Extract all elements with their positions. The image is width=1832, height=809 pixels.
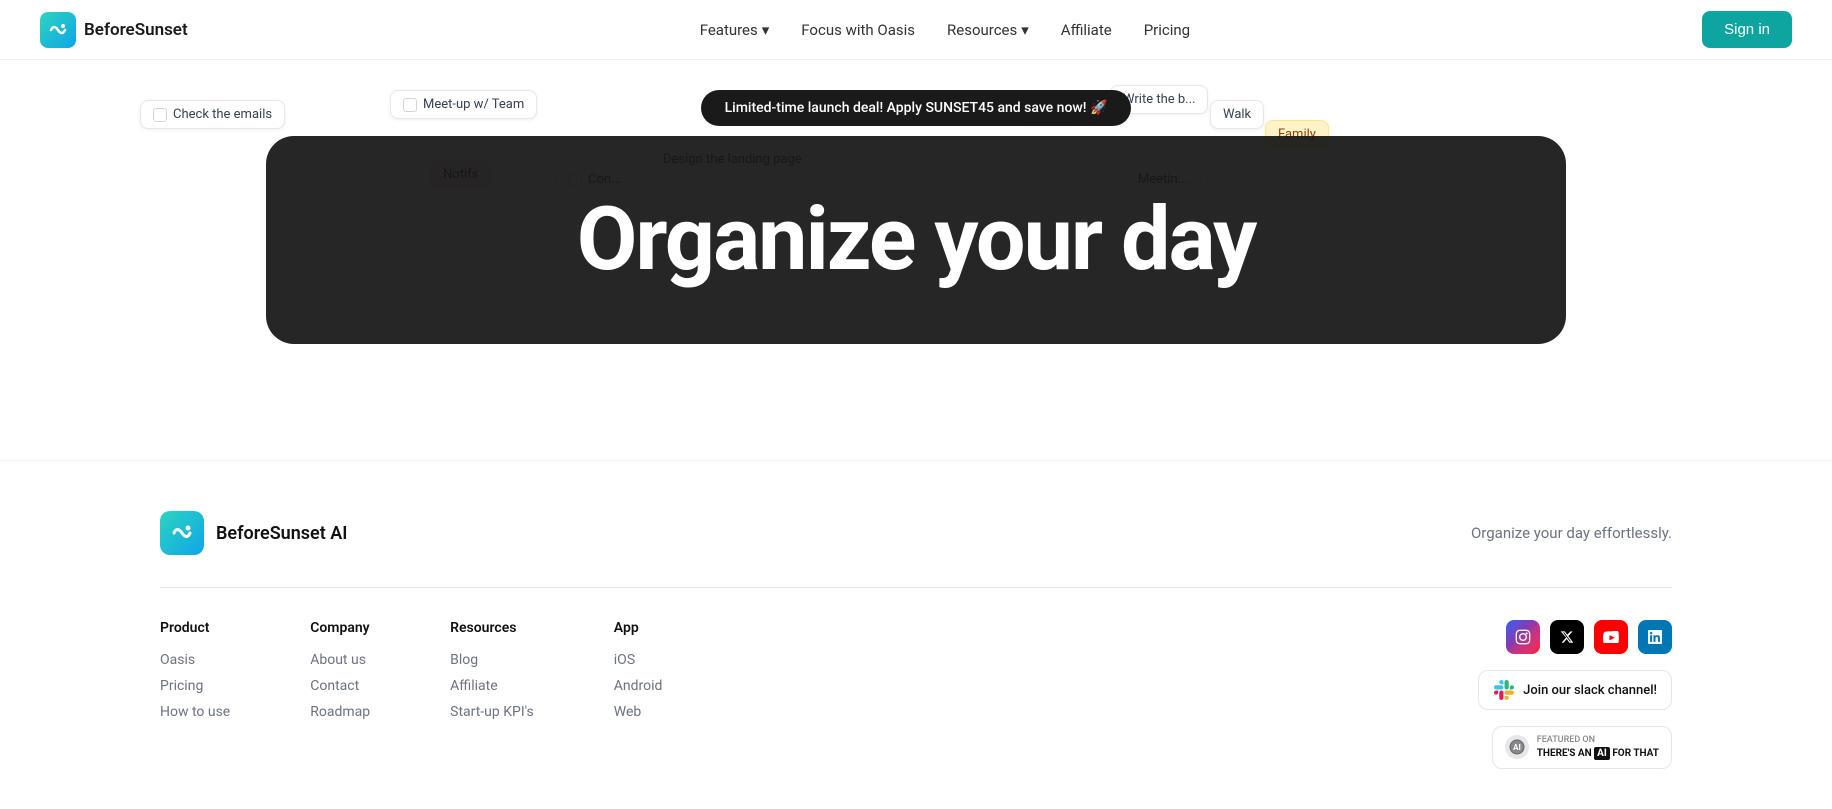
footer-col-product: Product Oasis Pricing How to use: [160, 620, 230, 769]
footer-divider: [160, 587, 1672, 588]
nav-links: Features ▾ Focus with Oasis Resources ▾ …: [700, 21, 1190, 39]
footer-col-resources: Resources Blog Affiliate Start-up KPI's: [450, 620, 534, 769]
footer-link-oasis[interactable]: Oasis: [160, 652, 230, 668]
hero-dark-box: Organize your day: [266, 136, 1566, 344]
footer-app-heading: App: [614, 620, 663, 636]
footer-link-how-to-use[interactable]: How to use: [160, 704, 230, 720]
footer-logo-icon: [160, 511, 204, 555]
logo-icon: [40, 12, 76, 48]
hero-title: Organize your day: [577, 196, 1256, 284]
footer-link-ios[interactable]: iOS: [614, 652, 663, 668]
ai-badge[interactable]: AI FEATURED ON THERE'S AN AI FOR THAT: [1492, 726, 1672, 769]
footer-resources-heading: Resources: [450, 620, 534, 636]
footer-product-heading: Product: [160, 620, 230, 636]
social-icons: [1506, 620, 1672, 654]
ai-badge-text: FEATURED ON THERE'S AN AI FOR THAT: [1537, 735, 1659, 760]
footer-link-contact[interactable]: Contact: [310, 678, 370, 694]
footer-col-app: App iOS Android Web: [614, 620, 663, 769]
card-walk: Walk: [1210, 100, 1264, 129]
site-footer: BeforeSunset AI Organize your day effort…: [0, 460, 1832, 809]
chevron-down-icon: ▾: [1021, 21, 1029, 39]
footer-top: BeforeSunset AI Organize your day effort…: [160, 511, 1672, 555]
footer-link-about[interactable]: About us: [310, 652, 370, 668]
twitter-icon[interactable]: [1550, 620, 1584, 654]
main-nav: BeforeSunset Features ▾ Focus with Oasis…: [0, 0, 1832, 60]
footer-link-pricing[interactable]: Pricing: [160, 678, 230, 694]
footer-link-android[interactable]: Android: [614, 678, 663, 694]
footer-brand-name: BeforeSunset AI: [216, 523, 347, 544]
promo-banner[interactable]: Limited-time launch deal! Apply SUNSET45…: [701, 90, 1132, 126]
hero-section: Check the emails Meet-up w/ Team Notifs …: [0, 60, 1832, 400]
nav-resources[interactable]: Resources ▾: [947, 21, 1029, 39]
card-check-emails: Check the emails: [140, 100, 285, 129]
footer-link-affiliate[interactable]: Affiliate: [450, 678, 534, 694]
footer-col-company: Company About us Contact Roadmap: [310, 620, 370, 769]
slack-badge[interactable]: Join our slack channel!: [1478, 670, 1672, 710]
logo-text: BeforeSunset: [84, 20, 188, 40]
footer-link-web[interactable]: Web: [614, 704, 663, 720]
footer-tagline: Organize your day effortlessly.: [1471, 524, 1672, 542]
footer-link-startup-kpis[interactable]: Start-up KPI's: [450, 704, 534, 720]
svg-text:AI: AI: [1513, 743, 1521, 752]
footer-brand: BeforeSunset AI: [160, 511, 347, 555]
nav-features[interactable]: Features ▾: [700, 21, 770, 39]
card-meetup: Meet-up w/ Team: [390, 90, 537, 119]
nav-focus[interactable]: Focus with Oasis: [801, 21, 915, 39]
footer-link-blog[interactable]: Blog: [450, 652, 534, 668]
chevron-down-icon: ▾: [762, 21, 770, 39]
footer-link-roadmap[interactable]: Roadmap: [310, 704, 370, 720]
ai-badge-icon: AI: [1505, 735, 1529, 759]
instagram-icon[interactable]: [1506, 620, 1540, 654]
nav-affiliate[interactable]: Affiliate: [1061, 21, 1112, 39]
footer-columns: Product Oasis Pricing How to use Company…: [160, 620, 662, 769]
youtube-icon[interactable]: [1594, 620, 1628, 654]
footer-right: Join our slack channel! AI FEATURED ON T…: [1478, 620, 1672, 769]
footer-company-heading: Company: [310, 620, 370, 636]
signin-button[interactable]: Sign in: [1702, 11, 1792, 48]
nav-pricing[interactable]: Pricing: [1144, 21, 1190, 39]
linkedin-icon[interactable]: [1638, 620, 1672, 654]
logo-link[interactable]: BeforeSunset: [40, 12, 188, 48]
